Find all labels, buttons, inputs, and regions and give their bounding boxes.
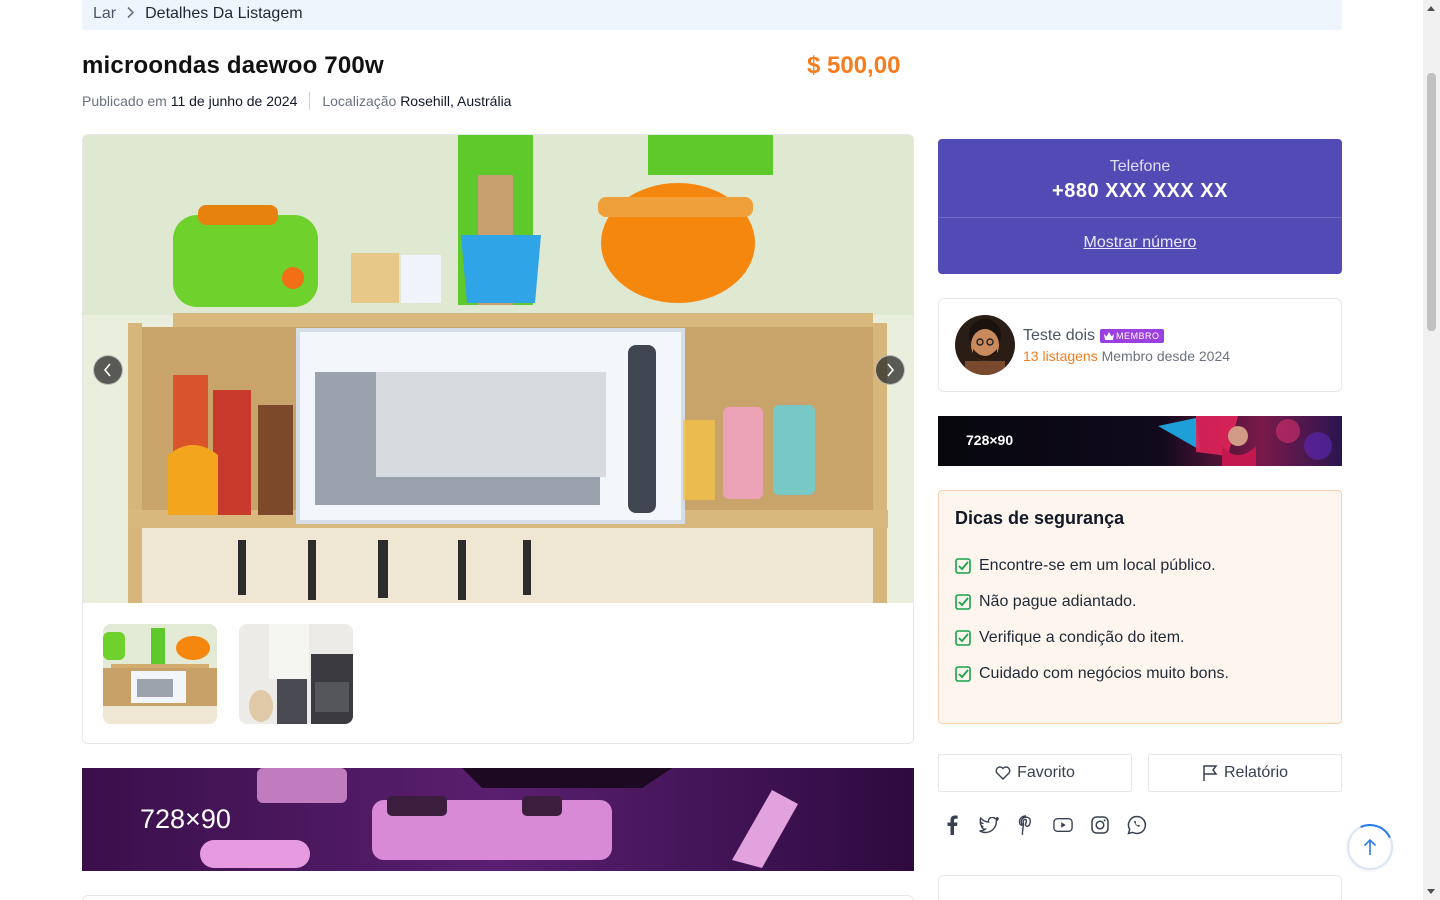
twitter-icon[interactable]: [979, 814, 999, 836]
safety-tip-text: Verifique a condição do item.: [979, 629, 1185, 646]
thumbnail-strip: [103, 624, 353, 724]
safety-tip-text: Cuidado com negócios muito bons.: [979, 665, 1229, 682]
sidebar-card-partial: [938, 875, 1342, 900]
gallery-next-button[interactable]: [875, 355, 905, 385]
published-label: Publicado em: [82, 93, 167, 109]
published-date: 11 de junho de 2024: [170, 93, 298, 109]
phone-label: Telefone: [1109, 158, 1171, 175]
main-product-image: [83, 135, 913, 603]
seller-stats: 13 listagens Membro desde 2024: [1023, 348, 1230, 364]
ad-banner-bottom[interactable]: 728×90: [82, 768, 914, 871]
listing-location: Rosehill, Austrália: [400, 93, 512, 109]
instagram-icon[interactable]: [1090, 814, 1110, 836]
listing-title: microondas daewoo 700w: [82, 52, 384, 79]
safety-tip: Encontre-se em um local público.: [955, 548, 1325, 584]
ad-banner-bottom-label: 728×90: [140, 804, 231, 834]
safety-tips-title: Dicas de segurança: [955, 508, 1125, 528]
listing-meta: Publicado em 11 de junho de 2024 Localiz…: [82, 92, 511, 110]
flag-icon: [1203, 765, 1218, 781]
thumbnail-1[interactable]: [103, 624, 217, 724]
listing-price: $ 500,00: [807, 52, 901, 79]
ad-banner-side-label: 728×90: [966, 432, 1014, 448]
safety-tips: Dicas de segurança Encontre-se em um loc…: [938, 490, 1342, 724]
safety-tip: Verifique a condição do item.: [955, 620, 1325, 656]
heart-icon: [995, 766, 1011, 780]
social-share: [942, 814, 1147, 836]
checkbox-check-icon: [955, 558, 971, 574]
member-badge: MEMBRO: [1100, 328, 1164, 343]
image-gallery: [82, 134, 914, 744]
facebook-icon[interactable]: [942, 814, 962, 836]
breadcrumb: Lar Detalhes Da Listagem: [82, 0, 1342, 30]
listing-actions: Favorito Relatório: [938, 754, 1342, 792]
phone-card: Telefone +880 XXX XXX XX Mostrar número: [938, 139, 1342, 274]
checkbox-check-icon: [955, 594, 971, 610]
thumbnail-2[interactable]: [239, 624, 353, 724]
favorite-button[interactable]: Favorito: [938, 754, 1132, 792]
report-button-label: Relatório: [1223, 764, 1289, 781]
avatar[interactable]: [955, 315, 1015, 375]
seller-card: Teste dois MEMBRO 13 listagens Membro de…: [938, 298, 1342, 392]
seller-name-row: Teste dois MEMBRO: [1023, 327, 1230, 345]
scroll-up-arrow-icon[interactable]: [1427, 6, 1435, 11]
arrow-up-icon: [1363, 838, 1377, 855]
seller-name[interactable]: Teste dois: [1023, 327, 1095, 345]
safety-tip: Não pague adiantado.: [955, 584, 1325, 620]
gallery-prev-button[interactable]: [93, 355, 123, 385]
page-scrollbar[interactable]: [1423, 0, 1440, 900]
checkbox-check-icon: [955, 630, 971, 646]
report-button[interactable]: Relatório: [1148, 754, 1342, 792]
phone-number: +880 XXX XXX XX: [1052, 180, 1228, 202]
checkbox-check-icon: [955, 666, 971, 682]
favorite-button-label: Favorito: [1017, 764, 1075, 781]
meta-divider: [309, 92, 311, 110]
crown-icon: [1104, 331, 1115, 340]
whatsapp-icon[interactable]: [1127, 814, 1147, 836]
location-label: Localização: [322, 93, 397, 109]
chevron-right-icon: [126, 6, 135, 22]
safety-tip: Cuidado com negócios muito bons.: [955, 656, 1325, 692]
details-card: [82, 895, 914, 900]
member-badge-label: MEMBRO: [1116, 330, 1160, 341]
pinterest-icon[interactable]: [1016, 814, 1036, 836]
seller-listing-count[interactable]: 13 listagens: [1023, 348, 1098, 364]
safety-tip-text: Encontre-se em um local público.: [979, 557, 1216, 574]
show-number-link[interactable]: Mostrar número: [1084, 234, 1197, 252]
scrollbar-thumb[interactable]: [1427, 73, 1436, 331]
member-since: Membro desde 2024: [1101, 347, 1231, 364]
breadcrumb-current: Detalhes Da Listagem: [145, 5, 303, 22]
scroll-down-arrow-icon[interactable]: [1427, 889, 1435, 894]
breadcrumb-home-link[interactable]: Lar: [93, 5, 116, 23]
safety-tip-text: Não pague adiantado.: [979, 593, 1137, 610]
ad-banner-side[interactable]: 728×90: [938, 416, 1342, 466]
back-to-top-button[interactable]: [1347, 824, 1393, 870]
phone-divider: [938, 217, 1342, 218]
youtube-icon[interactable]: [1053, 814, 1073, 836]
